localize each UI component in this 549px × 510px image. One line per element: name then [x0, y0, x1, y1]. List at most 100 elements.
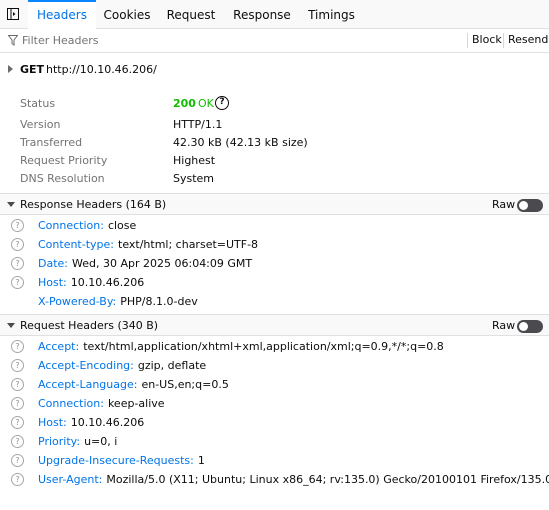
tab-response[interactable]: Response — [224, 0, 300, 28]
header-value: 10.10.46.206 — [70, 416, 145, 429]
collapse-twisty-icon[interactable] — [7, 202, 15, 207]
summary-dns: DNS Resolution System — [0, 170, 549, 188]
header-row[interactable]: ? Upgrade-Insecure-Requests: 1 — [0, 452, 549, 471]
request-headers-section[interactable]: Request Headers (340 B) Raw — [0, 314, 549, 336]
header-row[interactable]: ? Date: Wed, 30 Apr 2025 06:04:09 GMT — [0, 255, 549, 274]
header-name[interactable]: Upgrade-Insecure-Requests: — [38, 454, 194, 467]
header-name[interactable]: Host: — [38, 276, 67, 289]
details-tabbar: Headers Cookies Request Response Timings — [0, 0, 549, 30]
priority-value: Highest — [173, 154, 216, 167]
header-value: 10.10.46.206 — [70, 276, 145, 289]
tab-headers[interactable]: Headers — [28, 0, 96, 30]
header-row[interactable]: ? Content-type: text/html; charset=UTF-8 — [0, 236, 549, 255]
question-mark-icon[interactable]: ? — [11, 378, 24, 391]
header-name[interactable]: Accept-Encoding: — [38, 359, 134, 372]
toggle-knob — [519, 322, 528, 331]
header-row[interactable]: ? Host: 10.10.46.206 — [0, 414, 549, 433]
section-title: Request Headers (340 B) — [20, 319, 159, 332]
divider — [467, 33, 468, 48]
header-row[interactable]: X-Powered-By: PHP/8.1.0-dev — [0, 293, 549, 312]
header-text: Host: 10.10.46.206 — [38, 416, 144, 429]
header-value: gzip, deflate — [137, 359, 207, 372]
header-name[interactable]: Accept: — [38, 340, 79, 353]
tab-cookies[interactable]: Cookies — [96, 0, 158, 28]
resend-button[interactable]: Resend — [508, 29, 548, 52]
dns-value: System — [173, 172, 215, 185]
header-row[interactable]: ? Accept-Language: en-US,en;q=0.5 — [0, 376, 549, 395]
header-text: Date: Wed, 30 Apr 2025 06:04:09 GMT — [38, 257, 252, 270]
header-value: close — [107, 219, 137, 232]
question-mark-icon[interactable]: ? — [11, 359, 24, 372]
request-line[interactable]: GET http://10.10.46.206/ — [0, 53, 549, 85]
header-name[interactable]: User-Agent: — [38, 473, 102, 486]
tab-timings[interactable]: Timings — [300, 0, 363, 28]
status-label: Status — [20, 97, 56, 110]
header-value: Wed, 30 Apr 2025 06:04:09 GMT — [72, 257, 253, 270]
header-name[interactable]: Host: — [38, 416, 67, 429]
header-value: u=0, i — [84, 435, 118, 448]
header-row[interactable]: ? Connection: keep-alive — [0, 395, 549, 414]
header-text: Accept: text/html,application/xhtml+xml,a… — [38, 340, 444, 353]
header-row[interactable]: ? Accept: text/html,application/xhtml+xml,… — [0, 338, 549, 357]
status-value: 200 OK — [173, 97, 214, 110]
response-headers-section[interactable]: Response Headers (164 B) Raw — [0, 193, 549, 215]
header-text: Content-type: text/html; charset=UTF-8 — [38, 238, 258, 251]
header-row[interactable]: ? Accept-Encoding: gzip, deflate — [0, 357, 549, 376]
divider — [503, 33, 504, 48]
header-value: text/html,application/xhtml+xml,applicat… — [83, 340, 444, 353]
transferred-value: 42.30 kB (42.13 kB size) — [173, 136, 308, 149]
transferred-label: Transferred — [20, 136, 83, 149]
header-value: en-US,en;q=0.5 — [141, 378, 229, 391]
question-mark-icon[interactable]: ? — [11, 454, 24, 467]
summary-version: Version HTTP/1.1 — [0, 116, 549, 134]
block-button[interactable]: Block — [472, 29, 502, 52]
question-mark-icon[interactable]: ? — [11, 276, 24, 289]
filter-headers-input[interactable] — [22, 32, 452, 49]
priority-label: Request Priority — [20, 154, 108, 167]
header-text: Connection: keep-alive — [38, 397, 165, 410]
question-mark-icon[interactable]: ? — [11, 340, 24, 353]
header-value: 1 — [197, 454, 205, 467]
question-mark-icon[interactable]: ? — [215, 96, 229, 110]
question-mark-icon[interactable]: ? — [11, 416, 24, 429]
question-mark-icon[interactable]: ? — [11, 435, 24, 448]
header-name[interactable]: Connection: — [38, 397, 104, 410]
raw-toggle[interactable] — [517, 199, 543, 212]
header-text: Accept-Encoding: gzip, deflate — [38, 359, 206, 372]
question-mark-icon[interactable]: ? — [11, 257, 24, 270]
summary-status: Status 200 OK ? — [0, 95, 549, 113]
header-text: Accept-Language: en-US,en;q=0.5 — [38, 378, 229, 391]
header-name[interactable]: Connection: — [38, 219, 104, 232]
request-method: GET — [20, 63, 45, 76]
version-value: HTTP/1.1 — [173, 118, 223, 131]
question-mark-icon[interactable]: ? — [11, 473, 24, 486]
header-name[interactable]: Date: — [38, 257, 68, 270]
header-name[interactable]: Priority: — [38, 435, 80, 448]
header-row[interactable]: ? Host: 10.10.46.206 — [0, 274, 549, 293]
status-text: OK — [197, 97, 214, 110]
header-text: User-Agent: Mozilla/5.0 (X11; Ubuntu; Lin… — [38, 473, 549, 486]
header-text: Upgrade-Insecure-Requests: 1 — [38, 454, 205, 467]
sidebar-toggle-icon[interactable] — [7, 8, 19, 20]
request-url[interactable]: http://10.10.46.206/ — [46, 63, 157, 76]
header-row[interactable]: ? User-Agent: Mozilla/5.0 (X11; Ubuntu; Li… — [0, 471, 549, 490]
tab-request[interactable]: Request — [158, 0, 224, 28]
filter-bar: Block Resend — [0, 29, 549, 53]
header-name[interactable]: X-Powered-By: — [38, 295, 116, 308]
header-value: keep-alive — [107, 397, 165, 410]
question-mark-icon[interactable]: ? — [11, 238, 24, 251]
header-row[interactable]: ? Priority: u=0, i — [0, 433, 549, 452]
question-mark-icon[interactable]: ? — [11, 219, 24, 232]
collapse-twisty-icon[interactable] — [7, 323, 15, 328]
header-name[interactable]: Accept-Language: — [38, 378, 137, 391]
question-mark-icon[interactable]: ? — [11, 397, 24, 410]
header-row[interactable]: ? Connection: close — [0, 217, 549, 236]
header-name[interactable]: Content-type: — [38, 238, 114, 251]
raw-label: Raw — [492, 319, 516, 332]
section-title: Response Headers (164 B) — [20, 198, 167, 211]
toggle-knob — [519, 201, 528, 210]
header-value: PHP/8.1.0-dev — [120, 295, 198, 308]
status-code: 200 — [173, 97, 196, 110]
raw-toggle[interactable] — [517, 320, 543, 333]
expand-twisty-icon[interactable] — [8, 65, 13, 73]
